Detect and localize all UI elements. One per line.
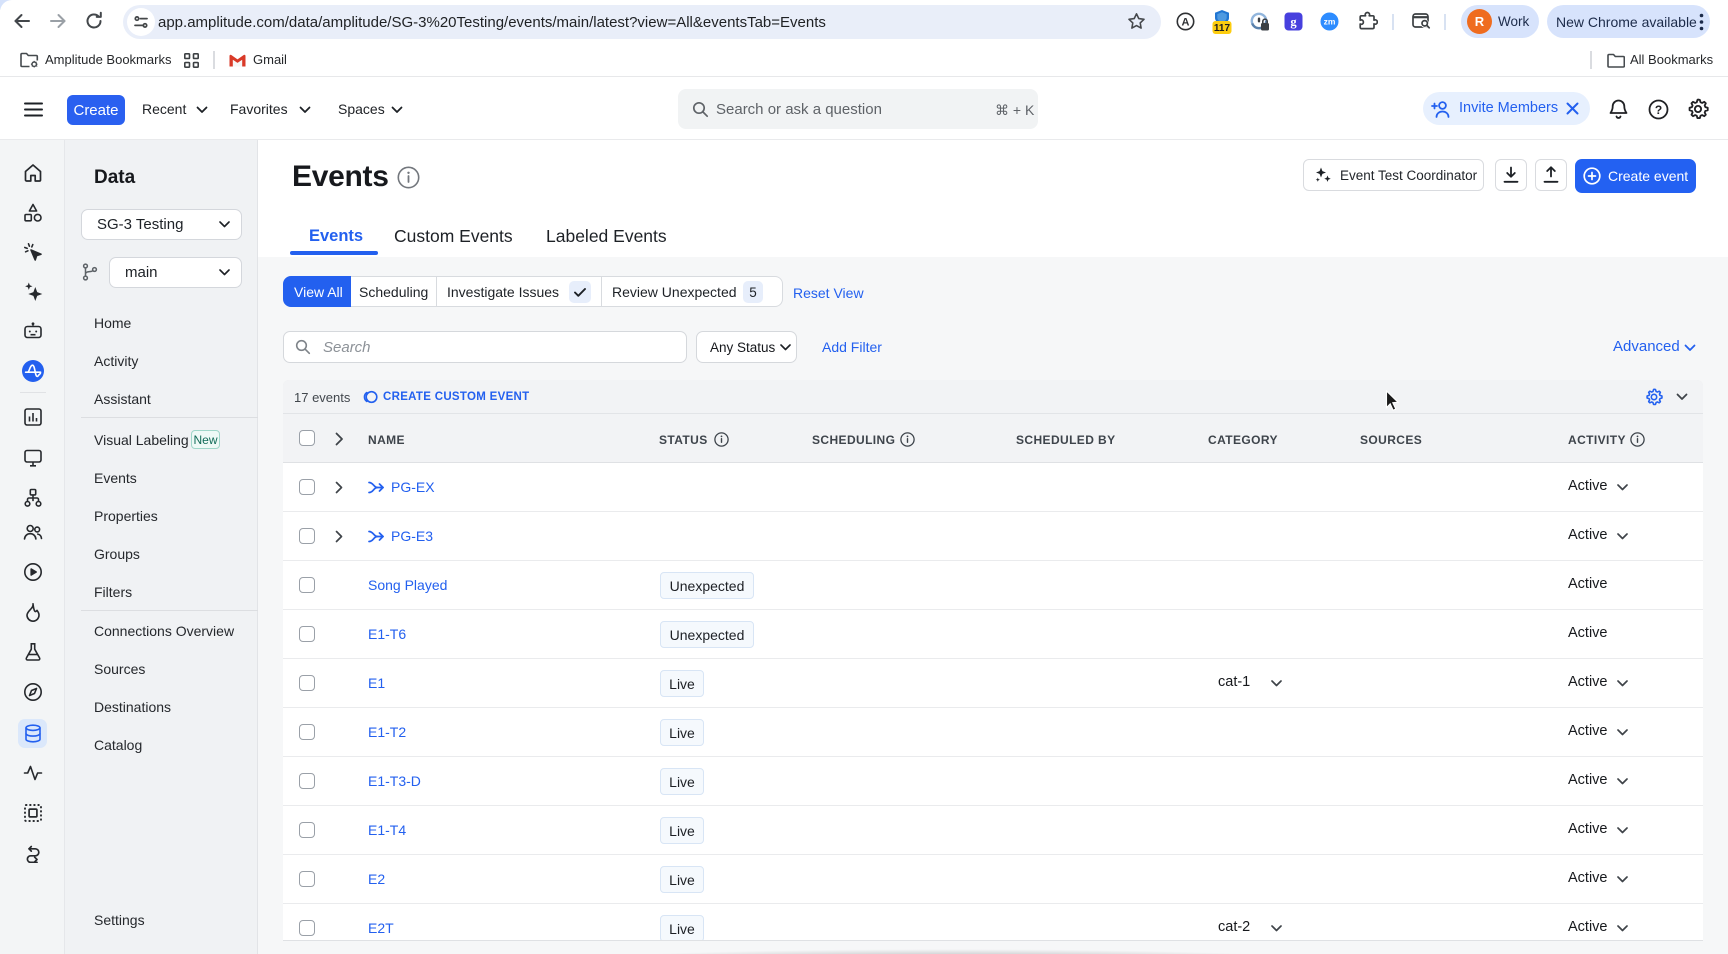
- svg-text:zm: zm: [1324, 17, 1336, 27]
- svg-text:?: ?: [1655, 103, 1662, 117]
- svg-text:g: g: [1290, 15, 1297, 29]
- svg-text:117: 117: [1214, 23, 1231, 34]
- svg-text:A: A: [1182, 16, 1190, 28]
